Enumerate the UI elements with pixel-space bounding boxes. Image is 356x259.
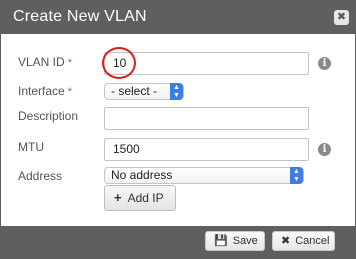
save-button[interactable]: 💾 Save	[205, 231, 265, 251]
info-icon[interactable]: i	[318, 57, 331, 70]
mtu-input[interactable]: 1500	[104, 138, 309, 161]
interface-label-text: Interface	[18, 84, 65, 98]
close-icon[interactable]: ✖	[334, 10, 349, 25]
cancel-label: Cancel	[295, 235, 330, 247]
info-icon[interactable]: i	[318, 143, 331, 156]
chevron-updown-icon: ▲ ▼	[290, 167, 303, 184]
interface-label: Interface *	[18, 84, 72, 98]
save-icon: 💾	[214, 235, 228, 247]
required-marker: *	[67, 86, 72, 98]
dialog-footer: 💾 Save ✖ Cancel	[1, 226, 355, 258]
vlan-id-label: VLAN ID *	[18, 55, 72, 69]
add-ip-label: Add IP	[127, 191, 164, 205]
required-marker: *	[67, 57, 72, 69]
vlan-id-input[interactable]: 10	[104, 52, 309, 75]
address-select[interactable]: No address ▲ ▼	[104, 167, 304, 184]
add-ip-button[interactable]: + Add IP	[104, 185, 176, 211]
plus-icon: +	[114, 190, 122, 205]
save-label: Save	[232, 235, 258, 247]
mtu-label: MTU	[18, 140, 44, 154]
cancel-button[interactable]: ✖ Cancel	[272, 231, 335, 251]
description-label: Description	[18, 109, 79, 123]
description-input[interactable]	[104, 107, 309, 130]
create-vlan-dialog: Create New VLAN ✖ VLAN ID * 10 i Interfac…	[0, 0, 356, 259]
cancel-icon: ✖	[281, 235, 291, 247]
address-select-value: No address	[111, 168, 173, 182]
vlan-id-label-text: VLAN ID	[18, 55, 65, 69]
interface-select[interactable]: - select - ▲ ▼	[104, 83, 184, 100]
dialog-titlebar: Create New VLAN ✖	[1, 1, 355, 34]
chevron-updown-icon: ▲ ▼	[170, 83, 183, 100]
interface-select-value: - select -	[111, 84, 158, 98]
dialog-title: Create New VLAN	[13, 8, 147, 25]
address-label: Address	[18, 169, 63, 183]
